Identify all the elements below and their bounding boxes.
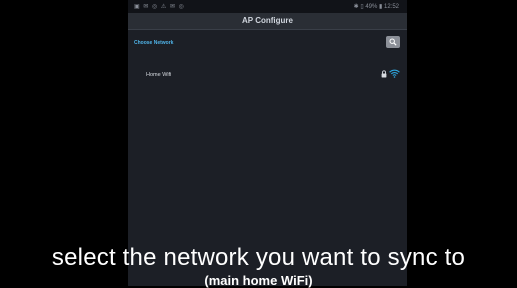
lock-icon	[381, 70, 387, 78]
network-item-home-wifi[interactable]: Home Wifi	[128, 55, 407, 99]
video-caption: select the network you want to sync to	[51, 244, 466, 271]
app-title: AP Configure	[242, 16, 293, 25]
wifi-icon	[389, 69, 400, 78]
status-bar: ▣ ✉ ◎ ⚠ ✉ ◎ ✱ ▯ 49% ▮ 12:52	[128, 0, 407, 13]
network-name: Home Wifi	[146, 72, 172, 78]
choose-network-header: Choose Network	[128, 30, 407, 52]
search-icon	[389, 38, 397, 46]
section-title: Choose Network	[134, 40, 174, 46]
search-button[interactable]	[386, 36, 400, 48]
app-bar: AP Configure	[128, 13, 407, 30]
status-right: ✱ ▯ 49% ▮ 12:52	[353, 4, 399, 10]
notification-icons: ▣ ✉ ◎ ⚠ ✉ ◎	[134, 4, 185, 10]
network-list: Home Wifi	[128, 55, 407, 99]
